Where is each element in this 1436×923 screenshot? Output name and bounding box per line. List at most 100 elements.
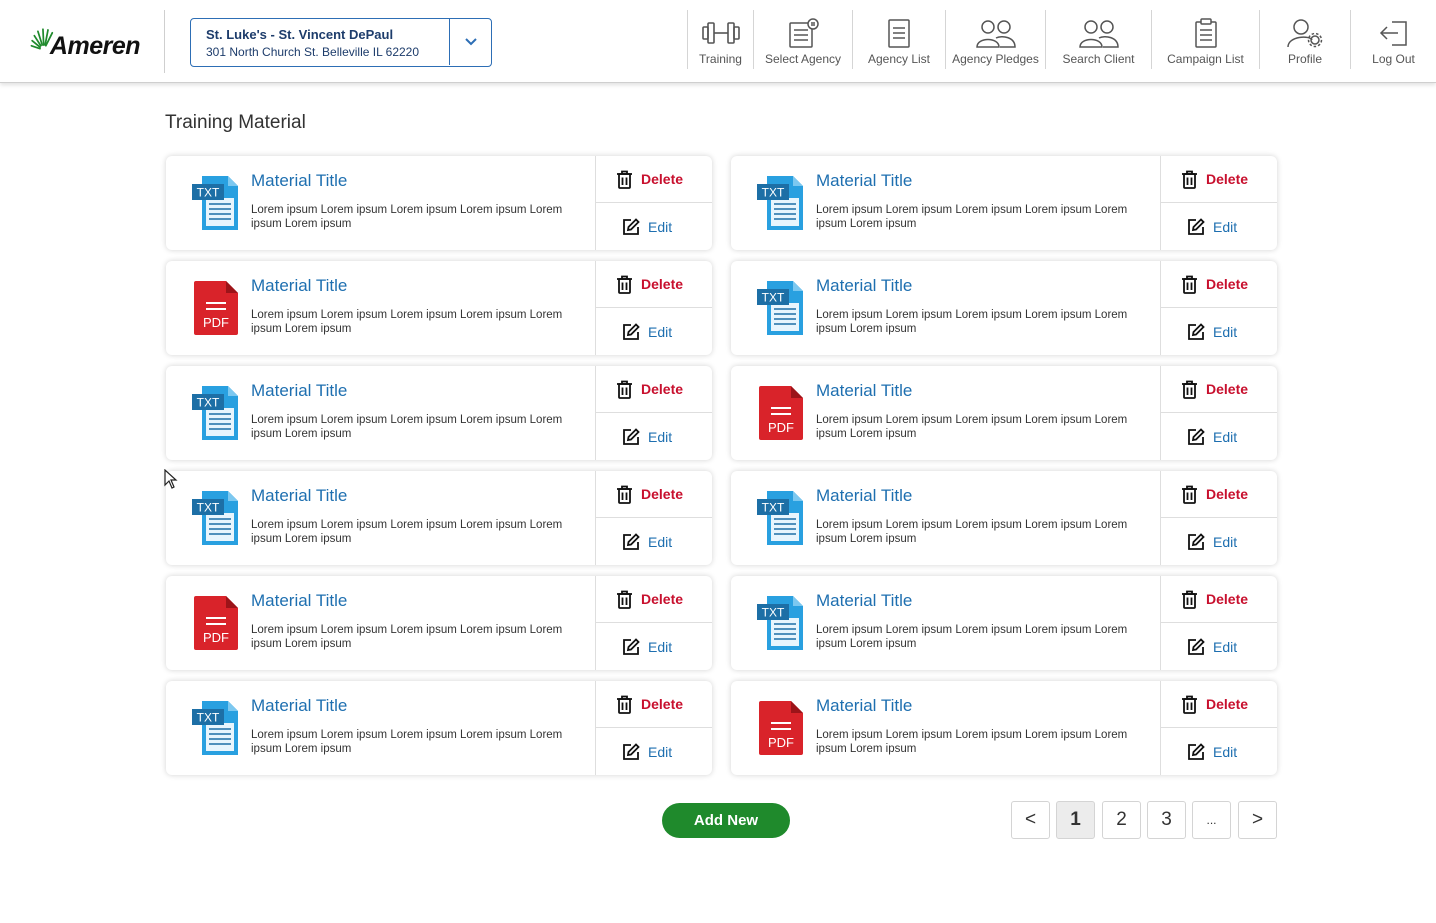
edit-button[interactable]: Edit xyxy=(596,518,712,565)
nav-search-client[interactable]: Search Client xyxy=(1045,10,1151,69)
edit-button[interactable]: Edit xyxy=(1161,203,1277,250)
txt-file-icon: TXT xyxy=(192,386,238,440)
trash-icon xyxy=(617,695,632,714)
agency-dropdown-toggle[interactable] xyxy=(449,19,491,65)
delete-button[interactable]: Delete xyxy=(1161,681,1277,728)
nav-log-out[interactable]: Log Out xyxy=(1350,10,1436,69)
pagination-ellipsis[interactable]: ... xyxy=(1192,801,1231,839)
page-title: Training Material xyxy=(165,112,306,133)
nav-label: Select Agency xyxy=(764,52,842,66)
material-description: Lorem ipsum Lorem ipsum Lorem ipsum Lore… xyxy=(816,204,1128,230)
nav-agency-list[interactable]: Agency List xyxy=(852,10,945,69)
delete-button[interactable]: Delete xyxy=(1161,156,1277,203)
edit-button[interactable]: Edit xyxy=(596,308,712,355)
nav-label: Profile xyxy=(1287,52,1322,66)
material-card: TXT Material Title Lorem ipsum Lorem ips… xyxy=(731,471,1277,565)
svg-text:TXT: TXT xyxy=(197,396,220,410)
edit-button[interactable]: Edit xyxy=(1161,413,1277,460)
delete-button[interactable]: Delete xyxy=(596,681,712,728)
trash-icon xyxy=(1182,275,1197,294)
dumbbell-icon xyxy=(701,22,740,44)
nav-campaign-list[interactable]: Campaign List xyxy=(1151,10,1259,69)
material-card: TXT Material Title Lorem ipsum Lorem ips… xyxy=(731,576,1277,670)
delete-label: Delete xyxy=(1206,486,1249,502)
edit-button[interactable]: Edit xyxy=(1161,308,1277,355)
edit-icon xyxy=(623,742,640,760)
material-title[interactable]: Material Title xyxy=(251,276,347,296)
agency-selector[interactable]: St. Luke's - St. Vincent DePaul 301 Nort… xyxy=(190,18,492,67)
nav-training[interactable]: Training xyxy=(687,10,753,69)
material-title[interactable]: Material Title xyxy=(816,381,912,401)
user-gear-icon xyxy=(1287,19,1323,48)
pagination-page-3[interactable]: 3 xyxy=(1147,801,1186,839)
edit-icon xyxy=(623,217,640,235)
file-type-icon: TXT xyxy=(192,699,240,757)
edit-button[interactable]: Edit xyxy=(596,623,712,670)
svg-text:TXT: TXT xyxy=(762,291,785,305)
card-actions: Delete Edit xyxy=(595,366,712,460)
card-actions: Delete Edit xyxy=(595,156,712,250)
delete-button[interactable]: Delete xyxy=(596,156,712,203)
file-type-icon: TXT xyxy=(192,489,240,547)
file-type-icon: TXT xyxy=(757,279,805,337)
card-actions: Delete Edit xyxy=(595,471,712,565)
delete-label: Delete xyxy=(641,696,684,712)
ameren-logo[interactable]: Ameren xyxy=(30,16,141,64)
list-document-icon xyxy=(888,19,910,48)
delete-button[interactable]: Delete xyxy=(596,261,712,308)
trash-icon xyxy=(617,485,632,504)
material-title[interactable]: Material Title xyxy=(251,696,347,716)
card-actions: Delete Edit xyxy=(1160,156,1277,250)
chevron-down-icon xyxy=(464,38,477,46)
clipboard-icon xyxy=(1194,18,1217,48)
material-title[interactable]: Material Title xyxy=(816,276,912,296)
material-card: TXT Material Title Lorem ipsum Lorem ips… xyxy=(166,366,712,460)
edit-button[interactable]: Edit xyxy=(1161,623,1277,670)
file-type-icon: TXT xyxy=(192,384,240,442)
delete-button[interactable]: Delete xyxy=(596,576,712,623)
material-description: Lorem ipsum Lorem ipsum Lorem ipsum Lore… xyxy=(251,729,563,755)
pagination-page-1[interactable]: 1 xyxy=(1056,801,1095,839)
logout-icon xyxy=(1379,21,1407,46)
edit-button[interactable]: Edit xyxy=(596,203,712,250)
nav-profile[interactable]: Profile xyxy=(1259,10,1350,69)
material-description: Lorem ipsum Lorem ipsum Lorem ipsum Lore… xyxy=(816,309,1128,335)
txt-file-icon: TXT xyxy=(192,176,238,230)
nav-select-agency[interactable]: Select Agency xyxy=(753,10,852,69)
material-title[interactable]: Material Title xyxy=(816,171,912,191)
pagination-next[interactable]: > xyxy=(1238,801,1277,839)
material-title[interactable]: Material Title xyxy=(816,696,912,716)
delete-button[interactable]: Delete xyxy=(596,471,712,518)
delete-label: Delete xyxy=(1206,276,1249,292)
trash-icon xyxy=(617,170,632,189)
card-actions: Delete Edit xyxy=(1160,681,1277,775)
material-title[interactable]: Material Title xyxy=(816,486,912,506)
delete-button[interactable]: Delete xyxy=(1161,366,1277,413)
edit-icon xyxy=(1188,742,1205,760)
pagination-page-2[interactable]: 2 xyxy=(1102,801,1141,839)
card-actions: Delete Edit xyxy=(595,576,712,670)
edit-button[interactable]: Edit xyxy=(1161,518,1277,565)
edit-label: Edit xyxy=(1213,428,1238,445)
material-title[interactable]: Material Title xyxy=(251,381,347,401)
nav-label: Training xyxy=(699,52,742,66)
edit-icon xyxy=(623,427,640,445)
delete-label: Delete xyxy=(641,276,684,292)
pagination-prev[interactable]: < xyxy=(1011,801,1050,839)
edit-button[interactable]: Edit xyxy=(596,728,712,775)
nav-agency-pledges[interactable]: Agency Pledges xyxy=(945,10,1045,69)
delete-label: Delete xyxy=(1206,171,1249,187)
material-title[interactable]: Material Title xyxy=(251,591,347,611)
material-title[interactable]: Material Title xyxy=(816,591,912,611)
material-title[interactable]: Material Title xyxy=(251,486,347,506)
delete-button[interactable]: Delete xyxy=(1161,576,1277,623)
people-icon xyxy=(975,20,1016,48)
add-new-button[interactable]: Add New xyxy=(662,803,790,838)
edit-button[interactable]: Edit xyxy=(1161,728,1277,775)
delete-button[interactable]: Delete xyxy=(1161,471,1277,518)
delete-button[interactable]: Delete xyxy=(596,366,712,413)
delete-button[interactable]: Delete xyxy=(1161,261,1277,308)
svg-text:TXT: TXT xyxy=(762,501,785,515)
edit-button[interactable]: Edit xyxy=(596,413,712,460)
material-title[interactable]: Material Title xyxy=(251,171,347,191)
